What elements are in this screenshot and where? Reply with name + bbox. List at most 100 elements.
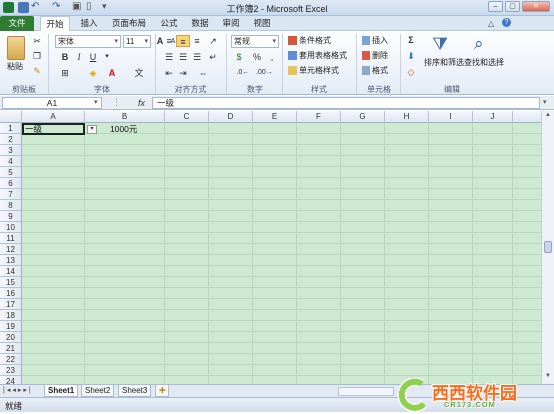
percent-icon[interactable]: % <box>250 51 264 63</box>
row-header-9[interactable]: 9 <box>0 211 22 222</box>
row-header-2[interactable]: 2 <box>0 134 22 145</box>
row-header-15[interactable]: 15 <box>0 277 22 288</box>
tab-view[interactable]: 视图 <box>250 16 274 31</box>
tab-file[interactable]: 文件 <box>0 16 34 31</box>
orientation-icon[interactable]: ↗ <box>206 35 220 47</box>
increase-indent-icon[interactable]: ⇥ <box>176 67 190 79</box>
comma-icon[interactable]: , <box>265 51 279 63</box>
cell-b1[interactable]: 1000元 <box>110 124 137 135</box>
sheet-tab-2[interactable]: Sheet2 <box>81 385 115 397</box>
align-center-icon[interactable]: ☰ <box>176 51 190 63</box>
cell-a1[interactable]: 一级 <box>25 124 42 135</box>
name-box-dropdown-icon[interactable]: ▾ <box>94 98 98 106</box>
row-header-17[interactable]: 17 <box>0 299 22 310</box>
merge-center-icon[interactable]: ⇔ <box>196 67 210 79</box>
formula-input[interactable]: 一级 <box>152 97 540 109</box>
column-header-e[interactable]: E <box>253 111 297 123</box>
expand-formula-bar-icon[interactable]: ▾ <box>543 98 547 106</box>
sort-filter-icon[interactable]: ⧩ <box>432 34 448 54</box>
row-header-3[interactable]: 3 <box>0 145 22 156</box>
font-color-icon[interactable]: A <box>105 67 119 79</box>
column-header-h[interactable]: H <box>385 111 429 123</box>
align-bottom-icon[interactable]: ≡ <box>190 35 204 47</box>
currency-icon[interactable]: $ <box>232 51 246 63</box>
column-header-f[interactable]: F <box>297 111 341 123</box>
align-right-icon[interactable]: ☰ <box>190 51 204 63</box>
scroll-thumb[interactable] <box>544 241 552 253</box>
border-icon[interactable]: ⊞ <box>58 67 72 79</box>
number-format-select[interactable]: 常规 <box>231 35 279 48</box>
column-header-j[interactable]: J <box>473 111 513 123</box>
scroll-up-icon[interactable]: ▲ <box>543 112 553 121</box>
column-header-b[interactable]: B <box>85 111 165 123</box>
wrap-text-icon[interactable]: ↵ <box>206 51 220 63</box>
format-painter-icon[interactable]: ✎ <box>30 65 44 77</box>
row-header-12[interactable]: 12 <box>0 244 22 255</box>
bold-button[interactable]: B <box>58 51 72 63</box>
phonetic-icon[interactable]: 文 <box>132 67 146 79</box>
font-size-select[interactable]: 11 <box>123 35 151 48</box>
select-all-corner[interactable] <box>0 111 22 123</box>
list-dropdown-icon[interactable]: ▾ <box>87 125 97 134</box>
tab-formulas[interactable]: 公式 <box>157 16 181 31</box>
row-header-7[interactable]: 7 <box>0 189 22 200</box>
underline-dropdown-icon[interactable]: ▾ <box>100 51 114 63</box>
align-top-icon[interactable]: ≡ <box>162 35 176 47</box>
decrease-decimal-icon[interactable]: .00→ <box>256 67 273 79</box>
vertical-scrollbar[interactable]: ▲ ▼ <box>541 111 554 384</box>
minimize-button[interactable]: – <box>488 1 503 12</box>
sheet-nav-icon[interactable]: |◂◂▸▸| <box>3 386 33 394</box>
horizontal-scrollbar[interactable] <box>338 387 394 396</box>
decrease-indent-icon[interactable]: ⇤ <box>162 67 176 79</box>
row-header-5[interactable]: 5 <box>0 167 22 178</box>
fill-color-icon[interactable]: ◈ <box>86 67 100 79</box>
row-header-14[interactable]: 14 <box>0 266 22 277</box>
row-header-18[interactable]: 18 <box>0 310 22 321</box>
conditional-format-button[interactable]: 条件格式 <box>299 35 331 46</box>
sheet-tab-3[interactable]: Sheet3 <box>118 385 152 397</box>
row-header-21[interactable]: 21 <box>0 343 22 354</box>
maximize-button[interactable]: ▢ <box>505 1 520 12</box>
clear-icon[interactable]: ◇ <box>404 66 418 78</box>
row-header-19[interactable]: 19 <box>0 321 22 332</box>
paste-button[interactable]: 粘贴 <box>7 61 23 72</box>
tab-data[interactable]: 数据 <box>188 16 212 31</box>
new-sheet-icon[interactable]: ✚ <box>155 385 169 397</box>
close-button[interactable]: ✕ <box>522 1 550 12</box>
align-left-icon[interactable]: ☰ <box>162 51 176 63</box>
fill-icon[interactable]: ⬇ <box>404 50 418 62</box>
row-header-23[interactable]: 23 <box>0 365 22 376</box>
copy-icon[interactable]: ❐ <box>30 50 44 62</box>
column-header-i[interactable]: I <box>429 111 473 123</box>
spreadsheet-grid[interactable]: ABCDEFGHIJ 1 2 3 4 5 6 7 8 9 10 11 12 13 14 15 16 17 18 19… <box>0 111 541 384</box>
row-header-24[interactable]: 24 <box>0 376 22 384</box>
insert-cells-button[interactable]: 插入 <box>372 35 388 46</box>
sort-filter-button[interactable]: 排序和筛选 <box>424 57 464 68</box>
paste-icon[interactable] <box>7 36 25 60</box>
tab-page-layout[interactable]: 页面布局 <box>108 16 150 31</box>
name-box[interactable]: A1 <box>2 97 102 109</box>
italic-button[interactable]: I <box>72 51 86 63</box>
cut-icon[interactable]: ✂ <box>30 35 44 47</box>
row-header-13[interactable]: 13 <box>0 255 22 266</box>
tab-review[interactable]: 审阅 <box>219 16 243 31</box>
align-middle-icon[interactable]: ≡ <box>176 35 190 47</box>
sheet-tab-1[interactable]: Sheet1 <box>44 385 79 397</box>
column-header-a[interactable]: A <box>22 111 85 123</box>
row-header-20[interactable]: 20 <box>0 332 22 343</box>
column-header-d[interactable]: D <box>209 111 253 123</box>
column-header-g[interactable]: G <box>341 111 385 123</box>
row-header-4[interactable]: 4 <box>0 156 22 167</box>
row-header-11[interactable]: 11 <box>0 233 22 244</box>
column-header-c[interactable]: C <box>165 111 209 123</box>
ribbon-collapse-icon[interactable]: △ <box>488 19 494 28</box>
row-header-6[interactable]: 6 <box>0 178 22 189</box>
increase-decimal-icon[interactable]: .0← <box>236 67 250 79</box>
row-header-10[interactable]: 10 <box>0 222 22 233</box>
row-header-8[interactable]: 8 <box>0 200 22 211</box>
format-as-table-button[interactable]: 套用表格格式 <box>299 50 347 61</box>
row-header-22[interactable]: 22 <box>0 354 22 365</box>
help-icon[interactable]: ? <box>502 18 511 27</box>
tab-insert[interactable]: 插入 <box>76 16 102 31</box>
find-select-button[interactable]: 查找和选择 <box>464 57 504 68</box>
